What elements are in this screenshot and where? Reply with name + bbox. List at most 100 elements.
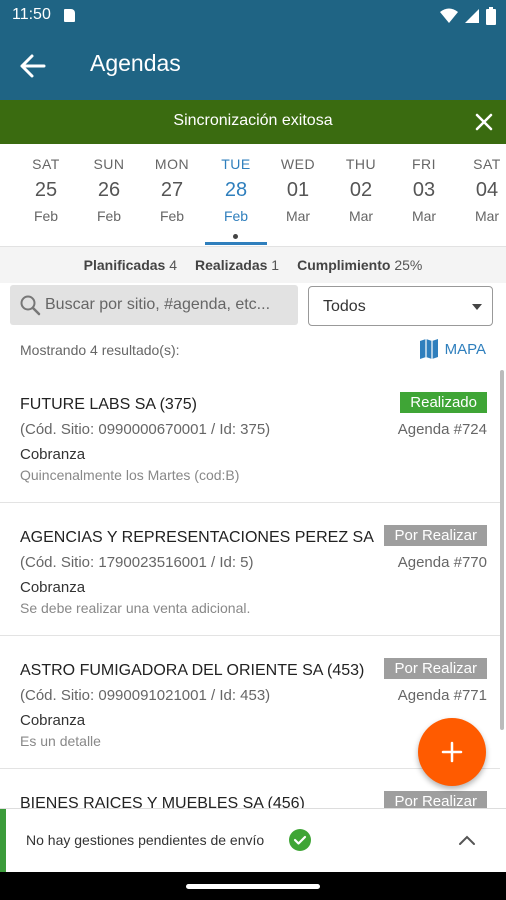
stats-bar: Planificadas 4 Realizadas 1 Cumplimiento… xyxy=(0,247,506,283)
day-item[interactable]: WED 01 Mar xyxy=(266,144,330,224)
agenda-item[interactable]: AGENCIAS Y REPRESENTACIONES PEREZ SA (Có… xyxy=(0,503,500,636)
day-item[interactable]: SUN 26 Feb xyxy=(77,144,141,224)
status-bar: 11:50 xyxy=(0,0,506,32)
map-label: MAPA xyxy=(444,340,486,358)
day-of-week: WED xyxy=(280,156,316,172)
status-time: 11:50 xyxy=(12,6,51,23)
signal-icon xyxy=(465,9,479,23)
agenda-detail: Se debe realizar una venta adicional. xyxy=(20,600,251,616)
agenda-type: Cobranza xyxy=(20,579,86,596)
day-month: Mar xyxy=(285,208,311,224)
status-icons xyxy=(440,6,496,26)
day-item-selected[interactable]: TUE 28 Feb xyxy=(204,144,268,245)
day-number: 03 xyxy=(412,179,436,201)
day-month: Mar xyxy=(411,208,437,224)
day-month: Feb xyxy=(223,208,249,224)
stat-realizadas: Realizadas 1 xyxy=(195,257,279,273)
day-item[interactable]: THU 02 Mar xyxy=(329,144,393,224)
day-number: 01 xyxy=(286,179,310,201)
stat-value: 1 xyxy=(271,257,280,273)
day-of-week: FRI xyxy=(411,156,437,172)
list-scrollbar[interactable] xyxy=(500,370,504,730)
day-of-week: MON xyxy=(154,156,190,172)
sim-card-icon xyxy=(64,9,75,22)
day-number: 02 xyxy=(349,179,373,201)
day-month: Mar xyxy=(348,208,374,224)
wifi-icon xyxy=(440,8,458,23)
status-badge: Por Realizar xyxy=(384,791,487,808)
day-number: 04 xyxy=(475,179,499,201)
dropdown-value: Todos xyxy=(323,298,366,315)
stat-label: Realizadas xyxy=(195,257,268,273)
agenda-detail: Es un detalle xyxy=(20,733,101,749)
map-icon xyxy=(419,339,438,359)
agenda-number: Agenda #771 xyxy=(397,687,487,704)
stat-value: 4 xyxy=(169,257,178,273)
agenda-type: Cobranza xyxy=(20,712,86,729)
agenda-type: Cobranza xyxy=(20,446,86,463)
back-arrow-icon[interactable] xyxy=(18,52,48,80)
day-of-week: SAT xyxy=(32,156,60,172)
app-bar: Agendas xyxy=(0,32,506,100)
day-item[interactable]: MON 27 Feb xyxy=(140,144,204,224)
search-placeholder: Buscar por sitio, #agenda, etc... xyxy=(45,296,271,313)
search-icon xyxy=(20,295,41,316)
stat-value: 25% xyxy=(394,257,423,273)
day-number: 28 xyxy=(224,179,248,201)
close-icon[interactable] xyxy=(472,110,496,134)
date-strip: SAT 25 Feb SUN 26 Feb MON 27 Feb TUE 28 … xyxy=(0,144,506,247)
add-agenda-button[interactable] xyxy=(418,718,486,786)
stat-label: Planificadas xyxy=(83,257,166,273)
agenda-number: Agenda #724 xyxy=(397,421,487,438)
day-of-week: THU xyxy=(345,156,377,172)
map-button[interactable]: MAPA xyxy=(419,338,486,360)
site-code: (Cód. Sitio: 1790023516001 / Id: 5) xyxy=(20,554,254,571)
site-name: ASTRO FUMIGADORA DEL ORIENTE SA (453) xyxy=(20,662,365,679)
battery-icon xyxy=(486,7,496,25)
sync-message: Sincronización exitosa xyxy=(173,112,333,129)
day-of-week: SAT xyxy=(473,156,501,172)
status-badge: Por Realizar xyxy=(384,525,487,546)
pending-sync-text: No hay gestiones pendientes de envío xyxy=(26,832,265,848)
site-code: (Cód. Sitio: 0990091021001 / Id: 453) xyxy=(20,687,271,704)
day-month: Feb xyxy=(96,208,122,224)
day-item[interactable]: SAT 04 Mar xyxy=(455,144,506,224)
site-name: AGENCIAS Y REPRESENTACIONES PEREZ SA xyxy=(20,529,374,546)
selected-day-underline xyxy=(205,242,267,245)
pending-sync-bar[interactable]: No hay gestiones pendientes de envío xyxy=(0,808,506,873)
status-accent xyxy=(0,809,6,873)
day-item[interactable]: SAT 25 Feb xyxy=(14,144,78,224)
results-count: Mostrando 4 resultado(s): xyxy=(20,342,180,358)
day-month: Mar xyxy=(474,208,500,224)
day-month: Feb xyxy=(33,208,59,224)
day-of-week: TUE xyxy=(221,156,251,172)
agenda-item[interactable]: FUTURE LABS SA (375) (Cód. Sitio: 099000… xyxy=(0,370,500,503)
day-month: Feb xyxy=(159,208,185,224)
day-number: 26 xyxy=(97,179,121,201)
home-gesture-handle[interactable] xyxy=(186,884,320,889)
search-input[interactable]: Buscar por sitio, #agenda, etc... xyxy=(10,285,298,325)
stat-cumplimiento: Cumplimiento 25% xyxy=(297,257,422,273)
sync-banner: Sincronización exitosa xyxy=(0,100,506,144)
agenda-number: Agenda #770 xyxy=(397,554,487,571)
status-badge: Por Realizar xyxy=(384,658,487,679)
site-code: (Cód. Sitio: 0990000670001 / Id: 375) xyxy=(20,421,271,438)
day-of-week: SUN xyxy=(93,156,125,172)
status-filter-dropdown[interactable]: Todos xyxy=(308,286,493,326)
day-number: 27 xyxy=(160,179,184,201)
dropdown-arrow-icon xyxy=(472,304,482,310)
chevron-up-icon[interactable] xyxy=(458,833,476,847)
stat-planificadas: Planificadas 4 xyxy=(84,257,177,273)
day-item[interactable]: FRI 03 Mar xyxy=(392,144,456,224)
site-name: FUTURE LABS SA (375) xyxy=(20,396,197,413)
day-number: 25 xyxy=(34,179,58,201)
stat-label: Cumplimiento xyxy=(297,257,391,273)
status-badge: Realizado xyxy=(400,392,487,413)
plus-icon xyxy=(441,741,463,763)
page-title: Agendas xyxy=(90,50,181,76)
site-name: BIENES RAICES Y MUEBLES SA (456) xyxy=(20,795,305,808)
agenda-detail: Quincenalmente los Martes (cod:B) xyxy=(20,467,240,483)
system-nav-bar xyxy=(0,872,506,900)
check-circle-icon xyxy=(289,829,311,851)
agenda-dot-indicator xyxy=(233,234,238,239)
